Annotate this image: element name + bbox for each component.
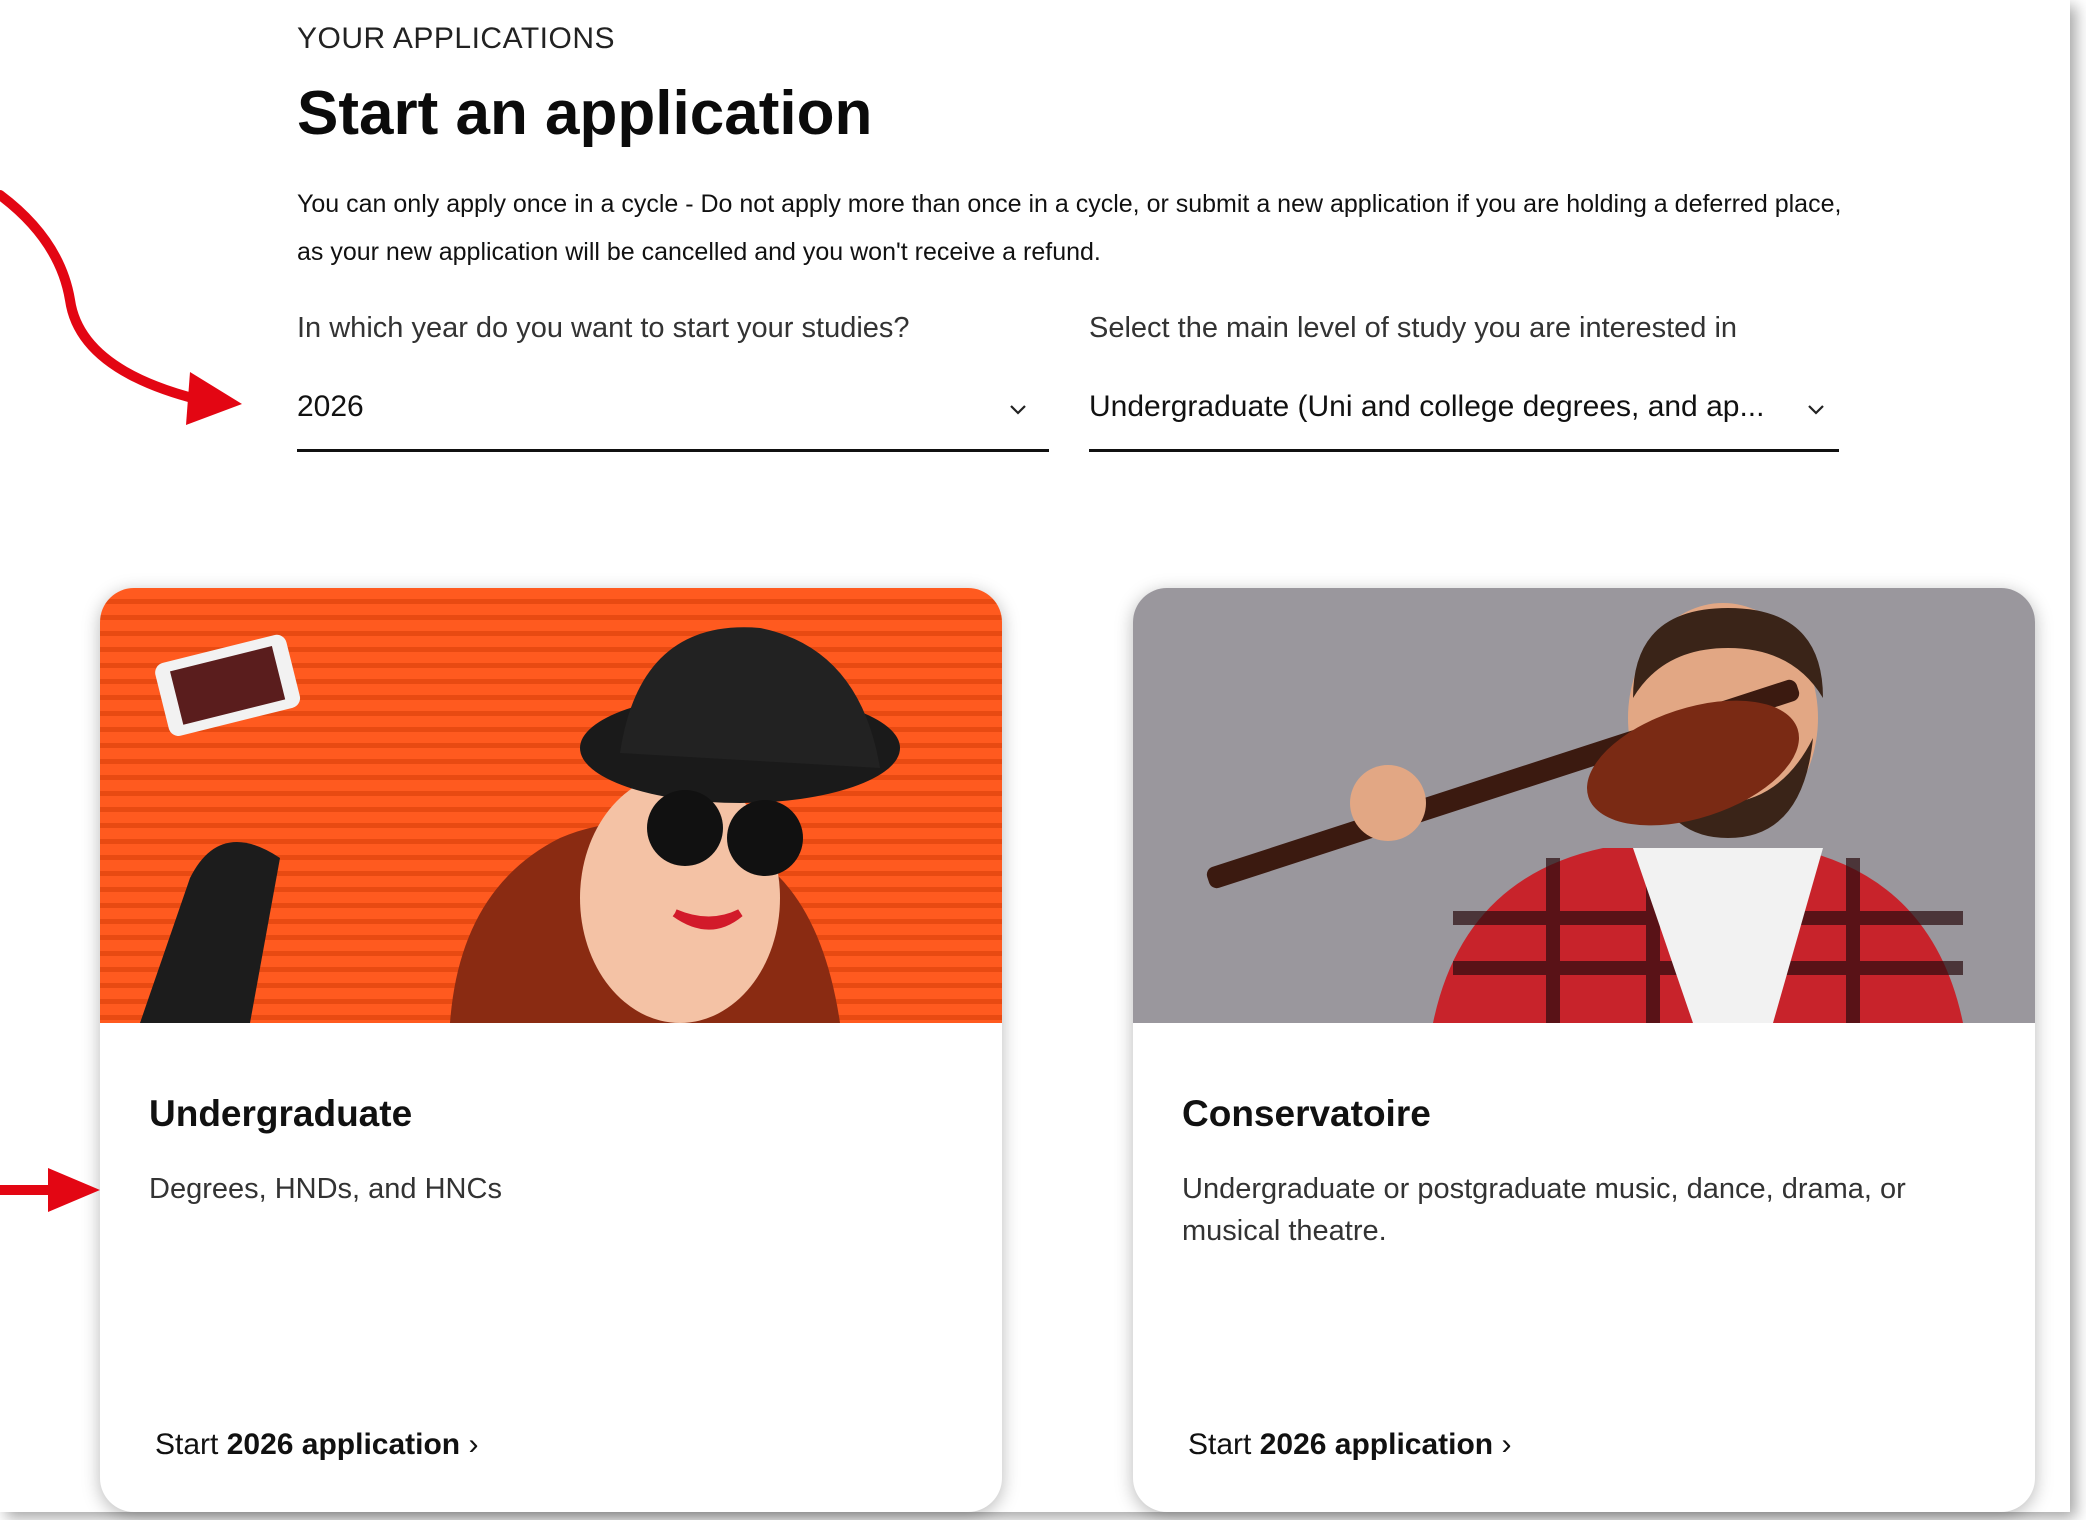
link-prefix: Start (1188, 1428, 1260, 1461)
start-application-link[interactable]: Start 2026 application › (155, 1428, 478, 1462)
level-select-label: Select the main level of study you are i… (1089, 312, 1738, 344)
card-title: Conservatoire (1182, 1093, 1431, 1134)
year-select[interactable]: 2026 (297, 378, 1049, 452)
level-select-value: Undergraduate (Uni and college degrees, … (1089, 390, 1765, 423)
card-description: Undergraduate or postgraduate music, dan… (1182, 1173, 1906, 1247)
conservatoire-card[interactable]: Conservatoire Undergraduate or postgradu… (1133, 588, 2035, 1512)
link-year: 2026 application (226, 1428, 461, 1461)
notice-text: You can only apply once in a cycle - Do … (297, 190, 1842, 266)
annotation-arrow-icon (0, 190, 242, 1212)
chevron-down-icon (1808, 405, 1824, 415)
year-select-label: In which year do you want to start your … (297, 312, 910, 344)
chevron-right-icon: › (1493, 1428, 1512, 1461)
section-eyebrow: YOUR APPLICATIONS (297, 22, 616, 55)
link-prefix: Start (155, 1428, 227, 1461)
conservatoire-photo (1133, 588, 2035, 1023)
chevron-right-icon: › (460, 1428, 479, 1461)
page-title: Start an application (297, 79, 873, 148)
start-application-link[interactable]: Start 2026 application › (1188, 1428, 1511, 1462)
link-year: 2026 application (1259, 1428, 1494, 1461)
level-select[interactable]: Undergraduate (Uni and college degrees, … (1089, 378, 1839, 452)
chevron-down-icon (1010, 405, 1026, 415)
